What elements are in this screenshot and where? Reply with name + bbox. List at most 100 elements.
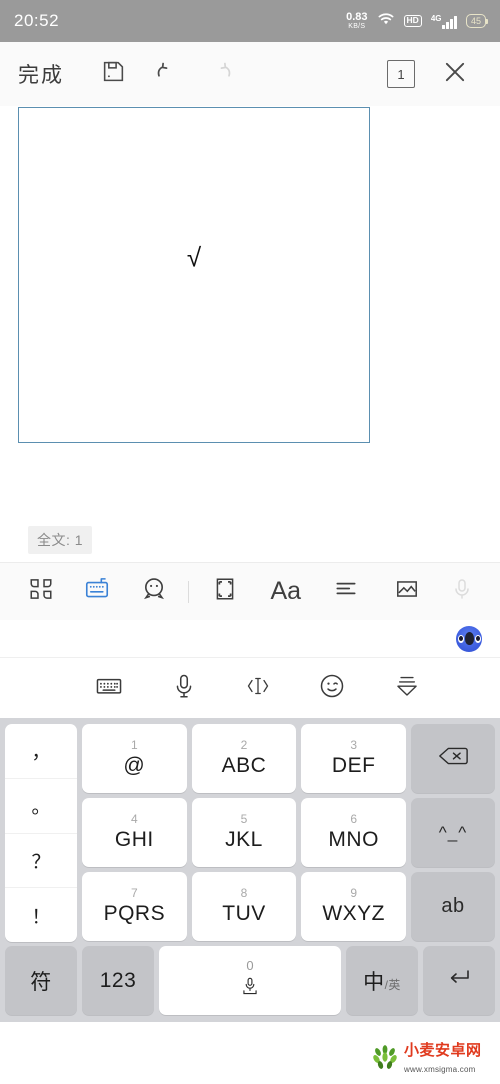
key-4-number: 4 bbox=[130, 812, 138, 826]
page-count-badge: 1 bbox=[387, 60, 415, 88]
emoji-wink-button[interactable] bbox=[310, 666, 354, 710]
key-space[interactable]: 0 bbox=[159, 946, 341, 1015]
crop-frame-button[interactable] bbox=[195, 576, 256, 607]
key-backspace[interactable] bbox=[411, 724, 496, 793]
collapse-keyboard-icon bbox=[392, 672, 422, 705]
emoji-face-button[interactable] bbox=[125, 575, 182, 608]
emoji-wink-icon bbox=[318, 672, 346, 705]
key-2-number: 2 bbox=[240, 738, 248, 752]
keyboard-switch-button[interactable] bbox=[87, 666, 131, 710]
key-3[interactable]: 3 DEF bbox=[301, 724, 407, 793]
status-bar: 20:52 0.83 KB/S HD 4G 45 bbox=[0, 0, 500, 42]
battery-icon: 45 bbox=[465, 13, 489, 29]
microphone-icon bbox=[170, 672, 198, 705]
editor-toolbar-divider bbox=[187, 580, 189, 603]
watermark-site-name: 小麦安卓网 bbox=[404, 1041, 482, 1059]
word-count-row: 全文: 1 bbox=[0, 526, 93, 554]
signal-bars-icon bbox=[442, 15, 457, 29]
keyboard-switch-icon bbox=[94, 671, 124, 706]
key-9-label: WXYZ bbox=[322, 902, 386, 925]
text-cursor-icon bbox=[243, 672, 273, 705]
key-language-toggle[interactable]: 中/英 bbox=[346, 946, 418, 1015]
redo-icon bbox=[208, 59, 234, 90]
page-count-button[interactable]: 1 bbox=[374, 47, 428, 101]
ime-panel: ， 。 ？ ！ 1 @ 2 ABC 3 DEF 4 GHI 5 JKL 6 MN… bbox=[0, 620, 500, 1022]
collapse-keyboard-button[interactable] bbox=[385, 666, 429, 710]
key-1-number: 1 bbox=[130, 738, 138, 752]
key-comma[interactable]: ， bbox=[5, 724, 77, 779]
key-numeric-mode-label: 123 bbox=[99, 968, 137, 992]
keyboard-input-icon bbox=[83, 575, 111, 608]
keypad-row: 7 PQRS 8 TUV 9 WXYZ ab bbox=[82, 872, 496, 941]
mascot-beak-icon bbox=[464, 632, 474, 645]
network-speed-value: 0.83 bbox=[346, 11, 368, 23]
key-emoticon-label: ^_^ bbox=[438, 822, 468, 842]
document-content-mark: √ bbox=[186, 242, 202, 273]
microphone-icon bbox=[450, 577, 474, 606]
document-page[interactable]: √ bbox=[18, 107, 370, 443]
ime-candidate-row[interactable] bbox=[0, 620, 500, 658]
key-3-label: DEF bbox=[331, 754, 376, 777]
key-5-label: JKL bbox=[225, 828, 263, 851]
key-alphabet-mode-label: ab bbox=[441, 895, 465, 917]
key-9[interactable]: 9 WXYZ bbox=[301, 872, 407, 941]
key-8-label: TUV bbox=[222, 902, 266, 925]
undo-button[interactable] bbox=[140, 47, 194, 101]
key-symbols[interactable]: 符 bbox=[5, 946, 77, 1015]
key-7-number: 7 bbox=[130, 886, 138, 900]
key-8[interactable]: 8 TUV bbox=[191, 872, 297, 941]
status-bar-time: 20:52 bbox=[14, 11, 60, 30]
voice-input-button[interactable] bbox=[437, 577, 486, 606]
key-question[interactable]: ？ bbox=[5, 834, 77, 889]
save-icon bbox=[101, 59, 126, 89]
key-period[interactable]: 。 bbox=[5, 779, 77, 834]
network-speed-indicator: 0.83 KB/S bbox=[346, 11, 368, 31]
save-button[interactable] bbox=[86, 47, 140, 101]
network-speed-unit: KB/S bbox=[348, 23, 366, 30]
wheat-logo-icon bbox=[370, 1042, 400, 1077]
wifi-icon bbox=[377, 12, 395, 31]
crop-frame-icon bbox=[212, 576, 238, 607]
key-alphabet-mode[interactable]: ab bbox=[411, 872, 496, 941]
key-9-number: 9 bbox=[350, 886, 358, 900]
key-numeric-mode[interactable]: 123 bbox=[82, 946, 154, 1015]
close-button[interactable] bbox=[428, 47, 482, 101]
status-bar-icons: 0.83 KB/S HD 4G 45 bbox=[346, 11, 489, 31]
punctuation-column: ， 。 ？ ！ bbox=[5, 724, 77, 942]
align-left-button[interactable] bbox=[316, 576, 377, 607]
key-7[interactable]: 7 PQRS bbox=[82, 872, 187, 941]
key-emoticon[interactable]: ^_^ bbox=[411, 798, 496, 867]
keypad-bottom-row: 符 123 0 中/英 bbox=[5, 946, 495, 1015]
key-space-number: 0 bbox=[246, 957, 254, 973]
key-2[interactable]: 2 ABC bbox=[191, 724, 297, 793]
voice-input-button-ime[interactable] bbox=[162, 666, 206, 710]
undo-icon bbox=[154, 59, 180, 90]
editor-toolbar: Aa bbox=[0, 562, 500, 620]
key-1-label: @ bbox=[123, 754, 146, 777]
ime-mascot-icon[interactable] bbox=[456, 625, 482, 652]
align-left-icon bbox=[333, 576, 359, 607]
keypad-row: 4 GHI 5 JKL 6 MNO ^_^ bbox=[82, 798, 496, 867]
apps-grid-button[interactable] bbox=[14, 576, 69, 607]
key-6[interactable]: 6 MNO bbox=[301, 798, 407, 867]
font-size-button[interactable]: Aa bbox=[256, 577, 317, 606]
close-icon bbox=[441, 58, 469, 91]
key-5[interactable]: 5 JKL bbox=[191, 798, 297, 867]
text-cursor-button[interactable] bbox=[236, 666, 280, 710]
key-8-number: 8 bbox=[240, 886, 248, 900]
key-enter[interactable] bbox=[423, 946, 495, 1015]
image-button[interactable] bbox=[377, 576, 438, 607]
key-1[interactable]: 1 @ bbox=[82, 724, 187, 793]
key-4[interactable]: 4 GHI bbox=[82, 798, 187, 867]
network-type-label: 4G bbox=[430, 13, 442, 23]
keyboard-input-button[interactable] bbox=[69, 575, 126, 608]
keypad-main: 1 @ 2 ABC 3 DEF 4 GHI 5 JKL 6 MNO ^_^ 7 … bbox=[5, 724, 496, 1015]
document-canvas[interactable]: √ 全文: 1 bbox=[0, 106, 500, 562]
redo-button[interactable] bbox=[194, 47, 248, 101]
key-exclamation[interactable]: ！ bbox=[5, 888, 77, 942]
keypad: ， 。 ？ ！ 1 @ 2 ABC 3 DEF 4 GHI 5 JKL 6 MN… bbox=[0, 718, 500, 1022]
word-count-badge: 全文: 1 bbox=[28, 526, 93, 554]
key-4-label: GHI bbox=[114, 828, 154, 851]
key-2-label: ABC bbox=[221, 754, 267, 777]
done-button[interactable]: 完成 bbox=[18, 59, 64, 89]
